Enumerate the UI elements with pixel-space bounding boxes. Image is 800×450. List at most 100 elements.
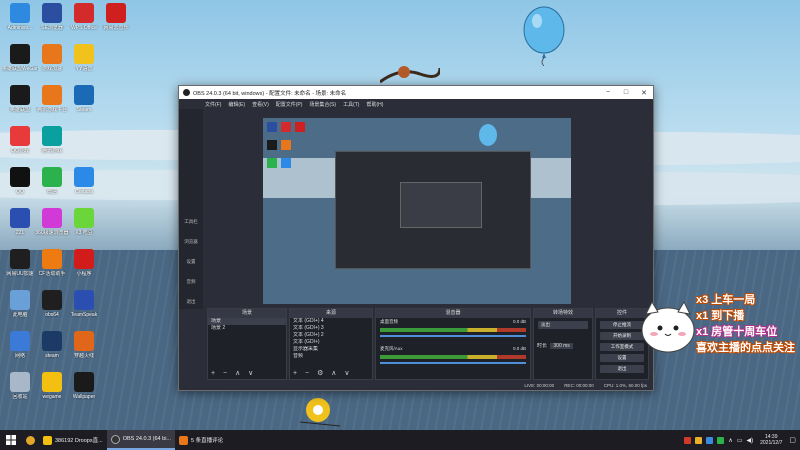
notification-icon[interactable]: ▢ (789, 436, 796, 444)
menu-edit[interactable]: 编辑(E) (228, 101, 245, 108)
desktop-icon[interactable]: TeamSpeak (66, 290, 102, 318)
source-item[interactable]: 文本 (GDI+) 2 (290, 332, 372, 339)
desktop-icon[interactable]: Cortana (66, 167, 102, 195)
desktop-icon[interactable]: 英雄联盟 (2, 85, 38, 113)
network-icon[interactable]: ▭ (737, 437, 743, 444)
desktop-icon[interactable]: X3 吃豆 (66, 208, 102, 236)
overlay-line: x1 到下播 (696, 310, 745, 322)
desktop-icon-label: wegame (42, 394, 62, 400)
desktop-icon[interactable]: wegame (34, 372, 70, 400)
desktop-icon[interactable]: QQ (2, 167, 38, 195)
volume-icon[interactable]: ◀) (747, 437, 754, 444)
source-item[interactable]: 音频 (290, 353, 372, 360)
desktop-icon-label: 360极速浏览器 (35, 230, 69, 236)
desktop-icon[interactable]: 腾讯游戏 (34, 126, 70, 154)
side-audio-button[interactable]: 音频 (183, 279, 199, 285)
obs-window[interactable]: OBS 24.0.3 (64 bit, windows) - 配置文件: 未命名… (178, 85, 654, 391)
menu-help[interactable]: 帮助(H) (366, 101, 383, 108)
app-icon (74, 249, 94, 269)
desktop-icon[interactable]: 221 (2, 208, 38, 236)
exit-button[interactable]: 退出 (600, 365, 644, 373)
desktop-icon-label: 英雄联盟WeGame (2, 66, 38, 72)
app-icon (74, 3, 94, 23)
desktop-icon[interactable]: 微信 (34, 167, 70, 195)
app-icon (179, 435, 189, 445)
desktop-icon[interactable]: WPS Office (66, 3, 102, 31)
desktop-icon-label: 腾讯游戏 (41, 148, 62, 154)
volume-slider[interactable] (380, 362, 526, 364)
audio-meter (380, 355, 526, 359)
desktop-icon-label: SE浏览器 (41, 25, 63, 31)
desktop-icon[interactable]: SE浏览器 (34, 3, 70, 31)
desktop-icon[interactable]: 网易UU加速 (2, 249, 38, 277)
transitions-dock: 转场特效 淡出 时长 300 ms (533, 308, 593, 380)
chevron-up-icon[interactable]: ∧ (728, 437, 732, 444)
side-settings-button[interactable]: 设置 (183, 259, 199, 265)
side-browser-button[interactable]: 浏览器 (183, 239, 199, 245)
taskbar-chrome[interactable] (22, 430, 39, 450)
menu-scene-collection[interactable]: 场景集合(S) (309, 101, 336, 108)
source-item[interactable]: 文本 (GDI+) 3 (290, 325, 372, 332)
desktop-icon[interactable]: 腾讯游戏平台 (34, 85, 70, 113)
side-exit-button[interactable]: 退出 (183, 299, 199, 305)
menu-profile[interactable]: 配置文件(P) (276, 101, 303, 108)
desktop-icon[interactable]: 回收站 (2, 372, 38, 400)
desktop-icon[interactable]: Administr... (2, 3, 38, 31)
volume-slider[interactable] (380, 335, 526, 337)
sources-dock-controls[interactable]: + − ⚙ ∧ ∨ (293, 369, 352, 377)
obs-titlebar[interactable]: OBS 24.0.3 (64 bit, windows) - 配置文件: 未命名… (179, 86, 653, 99)
desktop-icon[interactable]: 此电脑 (2, 290, 38, 318)
app-icon (74, 331, 94, 351)
clock[interactable]: 14:39 2021/12/7 (757, 434, 785, 446)
desktop-icon[interactable]: CF活动助手 (34, 249, 70, 277)
app-icon (42, 249, 62, 269)
tray-app-icon[interactable] (717, 436, 725, 444)
taskbar-app-1[interactable]: 386192 Droops直... (39, 430, 107, 450)
app-icon (42, 290, 62, 310)
desktop-icon[interactable]: YY语音 (66, 44, 102, 72)
desktop-icon[interactable]: Wallpaper (66, 372, 102, 400)
scenes-dock: 场景 场景 场景 2 + − ∧ ∨ (207, 308, 287, 380)
desktop-icon[interactable]: 英雄联盟WeGame (2, 44, 38, 72)
desktop-icon[interactable]: 网络 (2, 331, 38, 359)
stream-preview[interactable] (263, 118, 571, 304)
sources-dock-title: 来源 (290, 309, 372, 318)
desktop-icon[interactable]: steam (34, 331, 70, 359)
minimize-icon[interactable]: − (599, 89, 617, 96)
app-icon (42, 331, 62, 351)
scenes-dock-controls[interactable]: + − ∧ ∨ (211, 369, 256, 377)
maximize-icon[interactable]: □ (617, 89, 635, 96)
scene-item[interactable]: 场景 2 (208, 325, 286, 332)
desktop-icon[interactable]: 穿越火线 (66, 331, 102, 359)
bird-icon (299, 398, 341, 427)
desktop-icon-label: X3 吃豆 (75, 230, 93, 236)
desktop-icon[interactable]: Steam (66, 85, 102, 113)
desktop-icon[interactable]: obs64 (34, 290, 70, 318)
desktop-icon[interactable]: 游戏加速 (34, 44, 70, 72)
menu-file[interactable]: 文件(F) (205, 101, 221, 108)
menu-view[interactable]: 查看(V) (252, 101, 269, 108)
tray-app-icon[interactable] (684, 436, 692, 444)
tray-app-icon[interactable] (706, 436, 714, 444)
tray-app-icon[interactable] (695, 436, 703, 444)
scene-item[interactable]: 场景 (208, 318, 286, 325)
side-toolbar-button[interactable]: 工具栏 (183, 219, 199, 225)
taskbar-app-obs[interactable]: OBS 24.0.3 (64 bi... (106, 430, 176, 450)
mixer-channel-name: 桌面音频 (380, 319, 398, 324)
duration-input[interactable]: 300 ms (550, 343, 573, 349)
source-item[interactable]: 显示器采集 (290, 346, 372, 353)
source-item[interactable]: 文本 (GDI+) 4 (290, 318, 372, 325)
taskbar-app-3[interactable]: 5 条直播评论 (175, 430, 227, 450)
menu-tools[interactable]: 工具(T) (343, 101, 359, 108)
desktop-icon[interactable]: 网易云音乐 (98, 3, 134, 31)
mixer-channel-db: 0.0 dB (512, 319, 526, 324)
preview-icons (263, 118, 313, 304)
close-icon[interactable]: ✕ (635, 89, 653, 97)
desktop-icon[interactable]: 小程序 (66, 249, 102, 277)
desktop-icon[interactable]: QQ游戏 (2, 126, 38, 154)
source-item[interactable]: 文本 (GDI+) (290, 339, 372, 346)
transition-select[interactable]: 淡出 (538, 321, 588, 329)
app-icon (42, 372, 62, 392)
start-button[interactable] (0, 430, 22, 450)
desktop-icon[interactable]: 360极速浏览器 (34, 208, 70, 236)
